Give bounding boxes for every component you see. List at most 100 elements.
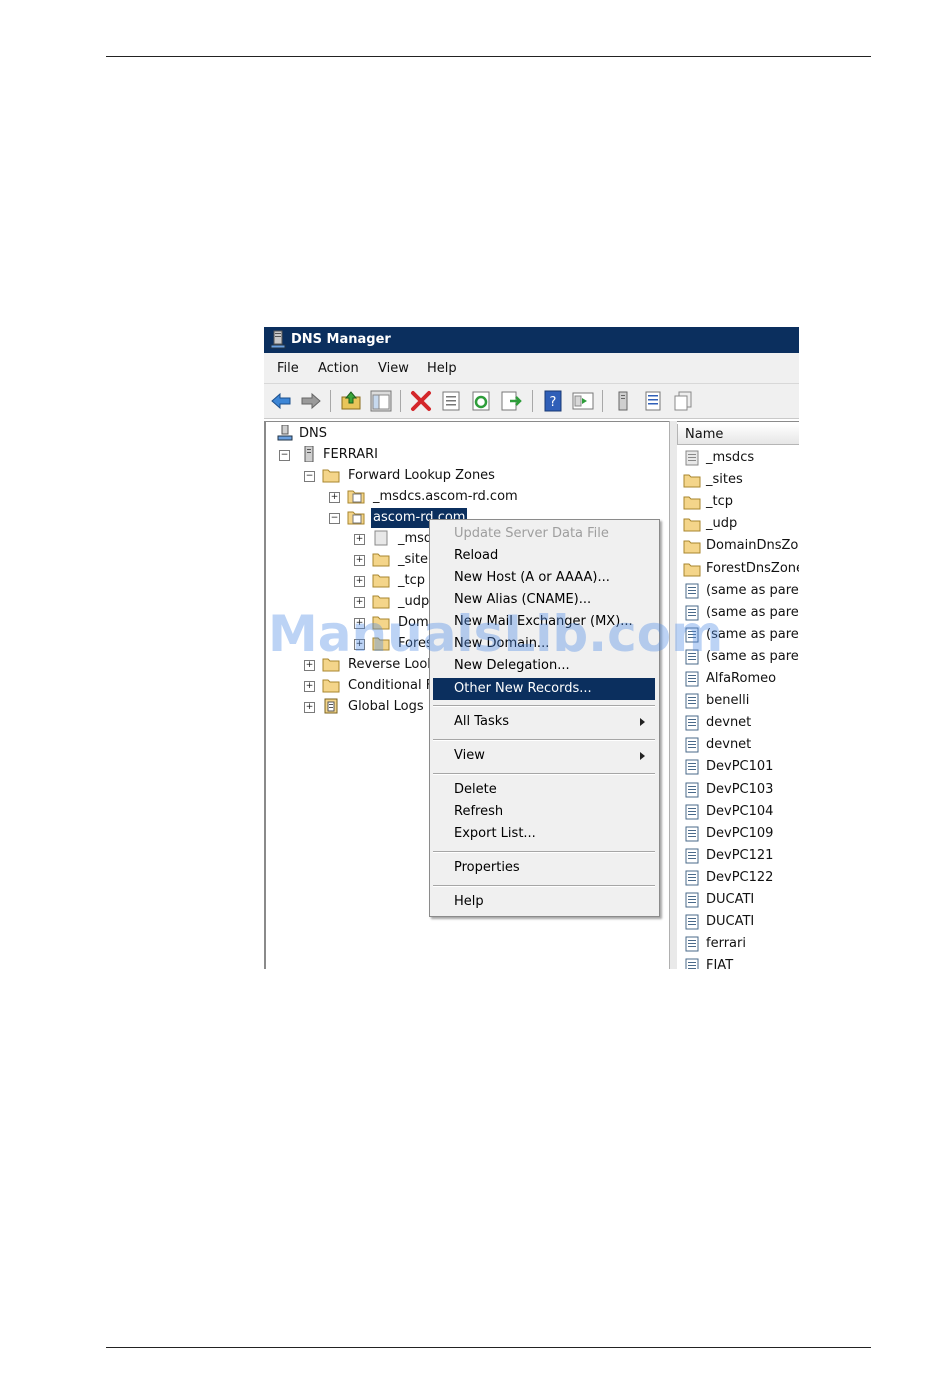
list-item-label: _tcp xyxy=(706,494,733,510)
zone-icon xyxy=(685,450,699,466)
zone-records-icon[interactable] xyxy=(672,390,694,412)
menu-action[interactable]: Action xyxy=(318,361,359,376)
menu-item-label: All Tasks xyxy=(454,714,510,729)
record-icon xyxy=(685,782,699,797)
record-icon xyxy=(685,936,699,952)
list-item-label: devnet xyxy=(706,737,752,753)
list-item-label: ferrari xyxy=(706,936,746,952)
list-item-label: FIAT xyxy=(706,958,734,969)
record-icon xyxy=(685,693,699,709)
list-item-label: DevPC101 xyxy=(706,759,774,775)
menu-item-export-list[interactable]: Export List... xyxy=(433,823,655,845)
menu-item-update-server-data-file[interactable]: Update Server Data File xyxy=(433,523,655,545)
menu-item-new-host[interactable]: New Host (A or AAAA)... xyxy=(433,567,655,589)
dns-app-icon xyxy=(270,330,286,349)
list-view-icon[interactable] xyxy=(642,390,664,412)
tree-label: Conditional F xyxy=(348,678,434,693)
record-icon xyxy=(685,737,699,753)
back-arrow-icon[interactable] xyxy=(270,390,292,412)
forward-arrow-icon[interactable] xyxy=(300,390,322,412)
menu-item-label: Delete xyxy=(454,782,497,797)
list-item-label: _udp xyxy=(706,516,738,532)
console-tree-icon[interactable] xyxy=(572,390,594,412)
menu-separator xyxy=(433,851,655,853)
menu-file[interactable]: File xyxy=(277,361,299,376)
submenu-arrow-icon xyxy=(640,718,645,726)
record-icon xyxy=(685,804,699,820)
tree-label: Forward Lookup Zones xyxy=(348,468,495,483)
up-folder-icon[interactable] xyxy=(340,390,362,412)
record-icon xyxy=(685,826,699,842)
expand-icon[interactable]: + xyxy=(304,681,315,692)
record-icon xyxy=(685,583,699,599)
toolbar-separator xyxy=(400,390,401,412)
folder-icon xyxy=(683,540,701,554)
record-icon xyxy=(685,892,699,908)
menu-item-refresh[interactable]: Refresh xyxy=(433,801,655,823)
record-icon xyxy=(685,958,699,969)
tree-label: _site xyxy=(398,552,428,567)
refresh-icon[interactable] xyxy=(470,390,492,412)
tree-label: FERRARI xyxy=(323,447,378,462)
menu-separator xyxy=(433,705,655,707)
expand-icon[interactable]: + xyxy=(354,555,365,566)
record-icon xyxy=(685,870,699,886)
menu-item-label: Other New Records... xyxy=(454,681,592,696)
list-item-label: DUCATI xyxy=(706,892,755,907)
server-icon xyxy=(304,446,314,462)
menu-view[interactable]: View xyxy=(378,361,409,376)
help-icon[interactable]: ? xyxy=(542,390,564,412)
menu-item-properties[interactable]: Properties xyxy=(433,857,655,879)
collapse-icon[interactable]: − xyxy=(279,450,290,461)
menu-item-label: Properties xyxy=(454,860,520,875)
show-hide-tree-icon[interactable] xyxy=(370,390,392,412)
list-item-label: DUCATI xyxy=(706,914,755,930)
menu-item-other-new-records[interactable]: Other New Records... xyxy=(433,678,655,700)
menu-separator xyxy=(433,885,655,887)
results-list-pane[interactable]: Name _msdcs _sites _tcp _udp DomainDnsZon For… xyxy=(677,421,799,969)
menu-item-label: Help xyxy=(454,894,484,909)
folder-icon xyxy=(322,679,340,693)
column-header-name[interactable]: Name xyxy=(677,424,799,445)
zone-icon xyxy=(374,530,388,546)
properties-icon[interactable] xyxy=(440,390,462,412)
context-menu: Update Server Data File Reload New Host … xyxy=(429,519,660,917)
server-icon[interactable] xyxy=(612,390,634,412)
list-item-label: DevPC104 xyxy=(706,803,774,819)
tree-label: _msd xyxy=(398,531,433,546)
menu-item-reload[interactable]: Reload xyxy=(433,545,655,567)
dns-icon xyxy=(277,425,293,441)
tree-label: _msdcs.ascom-rd.com xyxy=(373,489,518,504)
menu-item-help[interactable]: Help xyxy=(433,891,655,913)
expand-icon[interactable]: + xyxy=(329,492,340,503)
delete-icon[interactable] xyxy=(410,390,432,412)
menu-item-delete[interactable]: Delete xyxy=(433,779,655,801)
expand-icon[interactable]: + xyxy=(304,702,315,713)
menu-item-view[interactable]: View xyxy=(433,745,655,767)
expand-icon[interactable]: + xyxy=(354,576,365,587)
toolbar-separator xyxy=(532,390,533,412)
tree-label: DNS xyxy=(299,426,327,441)
title-bar[interactable]: DNS Manager xyxy=(264,327,799,353)
tree-label: Global Logs xyxy=(348,699,424,714)
expand-icon[interactable]: + xyxy=(354,534,365,545)
menu-item-label: Refresh xyxy=(454,804,504,819)
folder-icon xyxy=(372,574,390,588)
column-header-label: Name xyxy=(685,427,724,442)
menu-item-all-tasks[interactable]: All Tasks xyxy=(433,711,655,733)
folder-icon xyxy=(683,474,701,488)
menu-help[interactable]: Help xyxy=(427,361,457,376)
collapse-icon[interactable]: − xyxy=(304,471,315,482)
record-icon xyxy=(685,848,699,864)
collapse-icon[interactable]: − xyxy=(329,513,340,524)
list-item-label: DevPC122 xyxy=(706,869,774,885)
zone-icon xyxy=(347,490,365,504)
list-item-label: devnet xyxy=(706,715,752,731)
list-item-label: ForestDnsZone xyxy=(706,560,799,576)
log-icon xyxy=(324,698,338,714)
export-list-icon[interactable] xyxy=(500,390,522,412)
folder-icon xyxy=(683,518,701,532)
list-item-label: (same as parer xyxy=(706,582,799,598)
folder-icon xyxy=(683,563,701,576)
menu-item-label: Export List... xyxy=(454,826,536,841)
